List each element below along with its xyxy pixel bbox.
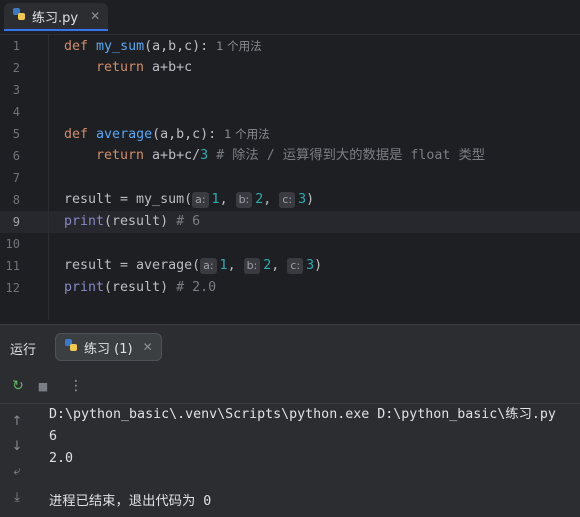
param-hint-a: a: [192, 192, 209, 208]
comma: , [263, 192, 280, 207]
comma: , [271, 258, 288, 273]
code-editor[interactable]: 1 2 3 4 5 6 7 8 9 10 11 12 def my_sum(a,… [0, 35, 580, 320]
code-text: (result) [104, 280, 177, 295]
line-number: 4 [12, 105, 20, 119]
comma: , [227, 258, 244, 273]
code-line-5: def average(a,b,c): 1 个用法 [64, 123, 270, 145]
usage-hint[interactable]: 1 个用法 [224, 127, 269, 141]
function-name: average [96, 127, 153, 142]
number-literal: 1 [219, 258, 228, 273]
console-output-line: 6 [49, 429, 58, 444]
tab-file-label: 练习.py [32, 10, 79, 26]
number-literal: 3 [306, 258, 315, 273]
code-line-12: print(result) # 2.0 [64, 277, 216, 299]
line-number: 11 [5, 259, 20, 273]
number-literal: 1 [211, 192, 220, 207]
param-hint-c: c: [287, 258, 304, 274]
console-output-line: 进程已结束，退出代码为 0 [49, 494, 212, 509]
run-console[interactable]: ↑ ↓ ⤶ ⤓ D:\python_basic\.venv\Scripts\py… [0, 404, 580, 517]
scroll-to-end-icon[interactable]: ⤓ [8, 488, 26, 506]
console-output-line: D:\python_basic\.venv\Scripts\python.exe… [49, 407, 556, 422]
code-line-8: result = my_sum(a: 1, b: 2, c: 3) [64, 189, 314, 211]
comment: # 除法 / 运算得到大的数据是 float 类型 [208, 148, 486, 163]
comment: # 6 [176, 214, 201, 229]
line-number: 8 [12, 193, 20, 207]
param-hint-b: b: [235, 192, 253, 208]
code-text: a+b+c [144, 60, 193, 75]
up-arrow-icon[interactable]: ↑ [8, 412, 26, 430]
code-text: (a,b,c): [152, 127, 217, 142]
keyword: def [64, 127, 89, 142]
run-panel-header: 运行 练习 (1) ✕ [0, 324, 580, 369]
code-line-9: print(result) # 6 [64, 211, 200, 233]
gutter-separator [48, 35, 49, 320]
soft-wrap-icon[interactable]: ⤶ [8, 462, 26, 480]
line-number: 10 [5, 237, 20, 251]
param-hint-b: b: [243, 258, 261, 274]
console-output-line: 2.0 [49, 451, 74, 466]
tab-close-icon[interactable]: ✕ [90, 9, 100, 23]
down-arrow-icon[interactable]: ↓ [8, 437, 26, 455]
run-tab-label: 练习 (1) [84, 341, 133, 357]
python-file-icon [12, 7, 26, 25]
line-number: 5 [12, 127, 20, 141]
line-number: 12 [5, 281, 20, 295]
line-number: 3 [12, 83, 20, 97]
comment: # 2.0 [176, 280, 217, 295]
code-text: ) [306, 192, 315, 207]
code-line-2: return a+b+c [96, 57, 192, 79]
run-toolbar: ↻ ■ ⋮ [0, 369, 580, 404]
more-options-icon[interactable]: ⋮ [66, 376, 86, 396]
comma: , [219, 192, 236, 207]
param-hint-c: c: [279, 192, 296, 208]
tab-file[interactable]: 练习.py ✕ [4, 3, 109, 31]
code-text: result = my_sum( [64, 192, 193, 207]
code-line-6: return a+b+c/3 # 除法 / 运算得到大的数据是 float 类型 [96, 145, 485, 167]
keyword: return [96, 148, 145, 163]
code-line-11: result = average(a: 1, b: 2, c: 3) [64, 255, 322, 277]
editor-tab-bar: 练习.py ✕ [0, 0, 580, 35]
line-number-current: 9 [12, 215, 20, 229]
code-line-1: def my_sum(a,b,c): 1 个用法 [64, 35, 262, 57]
line-number: 1 [12, 39, 20, 53]
keyword: return [96, 60, 145, 75]
line-gutter: 1 2 3 4 5 6 7 8 9 10 11 12 [0, 35, 50, 320]
stop-icon[interactable]: ■ [33, 376, 53, 396]
python-file-icon [64, 338, 78, 356]
number-literal: 3 [200, 148, 209, 163]
code-text: (result) [104, 214, 177, 229]
run-panel-title: 运行 [10, 343, 37, 358]
code-text: result = average( [64, 258, 201, 273]
builtin: print [64, 280, 105, 295]
function-name: my_sum [96, 39, 145, 54]
run-tab-close-icon[interactable]: ✕ [143, 340, 153, 354]
line-number: 7 [12, 171, 20, 185]
run-tab[interactable]: 练习 (1) ✕ [55, 333, 162, 361]
line-number: 6 [12, 149, 20, 163]
usage-hint[interactable]: 1 个用法 [216, 39, 261, 53]
rerun-icon[interactable]: ↻ [8, 376, 28, 396]
code-text: (a,b,c): [144, 39, 209, 54]
param-hint-a: a: [200, 258, 217, 274]
number-literal: 3 [298, 192, 307, 207]
builtin: print [64, 214, 105, 229]
code-text: ) [314, 258, 323, 273]
keyword: def [64, 39, 89, 54]
line-number: 2 [12, 61, 20, 75]
code-text: a+b+c/ [144, 148, 201, 163]
